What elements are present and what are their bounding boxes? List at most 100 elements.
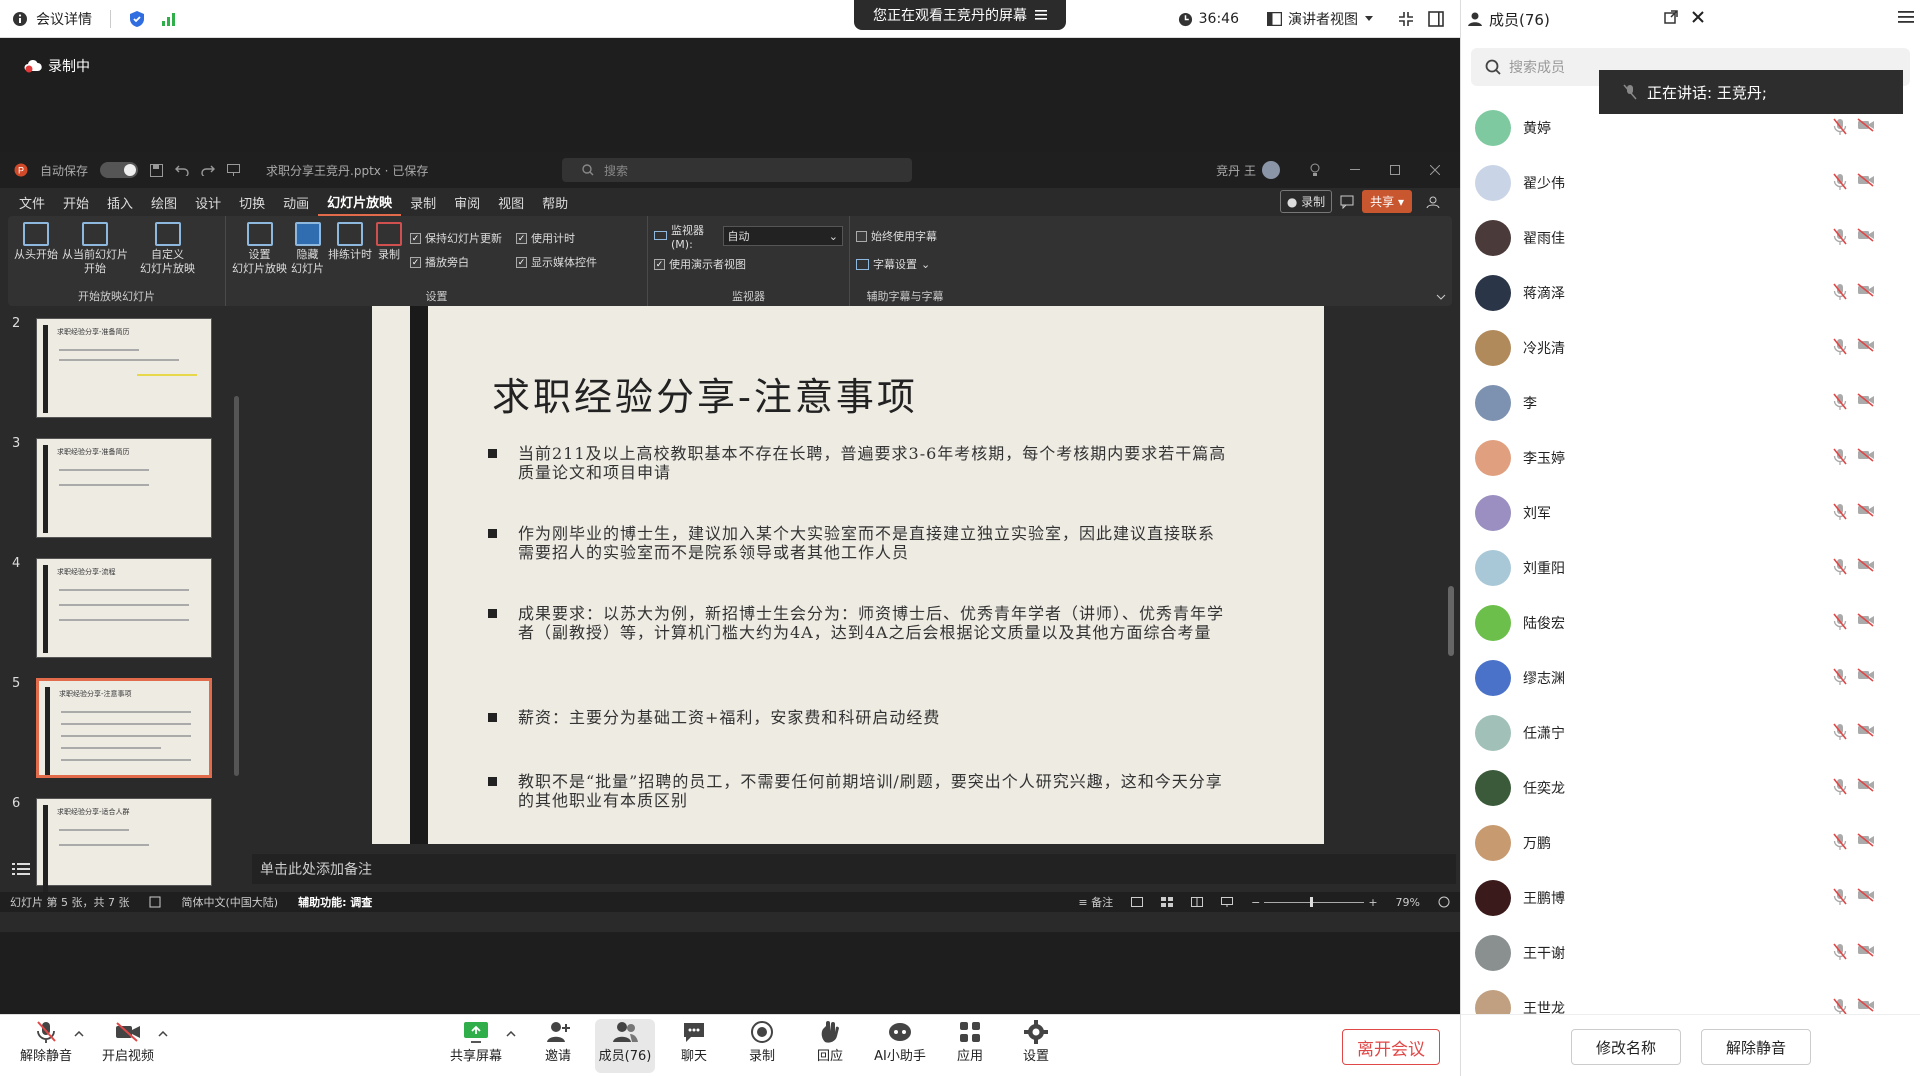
scroll-knob[interactable] — [234, 396, 239, 776]
ppt-search-box[interactable]: 搜索 — [562, 158, 912, 182]
record-button[interactable]: 录制 — [732, 1019, 792, 1064]
camera-off-icon[interactable] — [1857, 283, 1875, 297]
menu-slideshow[interactable]: 幻灯片放映 — [318, 188, 402, 216]
show-media-checkbox[interactable]: ✓ 显示媒体控件 — [516, 250, 597, 274]
coauthor-icon[interactable] — [1426, 195, 1440, 209]
member-row[interactable]: 翟雨佳 — [1461, 210, 1907, 265]
slide-thumbnail[interactable]: 求职经验分享-准备简历 — [36, 438, 212, 538]
spellcheck-icon[interactable] — [149, 896, 161, 908]
slide-thumbnail[interactable]: 求职经验分享-准备简历 — [36, 318, 212, 418]
share-screen-button[interactable]: 共享屏幕 — [446, 1019, 506, 1064]
mic-muted-icon[interactable] — [1833, 943, 1847, 961]
members-button[interactable]: 成员(76) — [595, 1019, 655, 1073]
ppt-share-button[interactable]: 共享 ▾ — [1362, 190, 1412, 213]
rehearse-button[interactable]: 排练计时 — [328, 218, 372, 290]
mic-muted-icon[interactable] — [1833, 228, 1847, 246]
sidebar-toggle-icon[interactable] — [1428, 11, 1444, 27]
member-row[interactable]: 陆俊宏 — [1461, 595, 1907, 650]
screen-share-banner[interactable]: 您正在观看王竞丹的屏幕 — [854, 0, 1066, 30]
recording-indicator[interactable]: 录制中 — [24, 56, 90, 76]
camera-off-icon[interactable] — [1857, 393, 1875, 407]
mic-muted-icon[interactable] — [1833, 448, 1847, 466]
ppt-record-button[interactable]: ● 录制 — [1279, 190, 1333, 213]
camera-off-icon[interactable] — [1857, 613, 1875, 627]
chat-button[interactable]: 聊天 — [664, 1019, 724, 1064]
ppt-filename[interactable]: 求职分享王竞丹.pptx · 已保存 — [266, 162, 428, 179]
menu-design[interactable]: 设计 — [186, 188, 230, 216]
member-row[interactable]: 万鹏 — [1461, 815, 1907, 870]
ppt-user[interactable]: 竞丹 王 — [1216, 161, 1280, 179]
camera-off-icon[interactable] — [1857, 833, 1875, 847]
slide-bullet[interactable]: 教职不是“批量”招聘的员工，不需要任何前期培训/刷题，要突出个人研究兴趣，这和今… — [488, 772, 1228, 810]
hide-slide-button[interactable]: 隐藏 幻灯片 — [291, 218, 324, 290]
camera-off-icon[interactable] — [1857, 448, 1875, 462]
record-slideshow-button[interactable]: 录制 — [376, 218, 402, 290]
mic-muted-icon[interactable] — [1833, 888, 1847, 906]
invite-button[interactable]: 邀请 — [528, 1019, 588, 1064]
autosave-toggle[interactable] — [100, 162, 139, 178]
slide-bullet[interactable]: 薪资：主要分为基础工资+福利，安家费和科研启动经费 — [488, 708, 1228, 727]
keep-updated-checkbox[interactable]: ✓ 保持幻灯片更新 — [410, 226, 502, 250]
lightbulb-icon[interactable] — [1310, 163, 1320, 177]
slide-thumbnail-selected[interactable]: 求职经验分享-注意事项 — [36, 678, 212, 778]
camera-off-icon[interactable] — [1857, 778, 1875, 792]
slide-bullet[interactable]: 当前211及以上高校教职基本不存在长聘，普遍要求3-6年考核期，每个考核期内要求… — [488, 444, 1228, 482]
close-icon[interactable] — [1430, 165, 1440, 175]
from-start-button[interactable]: 从头开始 — [14, 218, 58, 290]
member-row[interactable]: 刘重阳 — [1461, 540, 1907, 595]
scroll-knob[interactable] — [1448, 586, 1454, 656]
save-icon[interactable] — [150, 163, 164, 177]
camera-off-icon[interactable] — [1857, 228, 1875, 242]
zoom-slider[interactable]: − + — [1251, 896, 1377, 909]
accessibility-status[interactable]: 辅助功能: 调查 — [298, 894, 372, 910]
menu-view[interactable]: 视图 — [489, 188, 533, 216]
chevron-up-icon[interactable] — [506, 1031, 516, 1037]
notes-pane[interactable]: 单击此处添加备注 — [252, 854, 1456, 884]
outline-view-icon[interactable] — [12, 862, 30, 876]
mic-muted-icon[interactable] — [1833, 558, 1847, 576]
settings-button[interactable]: 设置 — [1006, 1019, 1066, 1064]
reading-view-icon[interactable] — [1191, 897, 1204, 907]
collapse-icon[interactable] — [1398, 11, 1414, 27]
mic-muted-icon[interactable] — [1833, 338, 1847, 356]
menu-draw[interactable]: 绘图 — [142, 188, 186, 216]
member-row[interactable]: 蒋滴泽 — [1461, 265, 1907, 320]
popout-icon[interactable] — [1664, 10, 1678, 24]
mic-muted-icon[interactable] — [1833, 283, 1847, 301]
member-row[interactable]: 李玉婷 — [1461, 430, 1907, 485]
camera-off-icon[interactable] — [1857, 943, 1875, 957]
mic-muted-icon[interactable] — [1833, 118, 1847, 136]
ribbon-collapse-icon[interactable] — [1436, 294, 1446, 300]
member-row[interactable]: 王鹏博 — [1461, 870, 1907, 925]
minimize-icon[interactable] — [1350, 169, 1360, 171]
zoom-level[interactable]: 79% — [1396, 896, 1420, 909]
slide-bullet[interactable]: 作为刚毕业的博士生，建议加入某个大实验室而不是直接建立独立实验室，因此建议直接联… — [488, 524, 1228, 562]
member-row[interactable]: 任奕龙 — [1461, 760, 1907, 815]
custom-show-button[interactable]: 自定义 幻灯片放映 — [140, 218, 195, 290]
slide-scrollbar[interactable] — [1446, 306, 1456, 886]
camera-off-icon[interactable] — [1857, 173, 1875, 187]
language-status[interactable]: 简体中文(中国大陆) — [181, 894, 278, 910]
slide-title[interactable]: 求职经验分享-注意事项 — [492, 366, 918, 421]
camera-off-icon[interactable] — [1857, 888, 1875, 902]
subtitle-settings-button[interactable]: 字幕设置 ⌄ — [856, 252, 954, 276]
start-video-button[interactable]: 开启视频 — [96, 1019, 160, 1064]
info-icon[interactable] — [12, 11, 28, 27]
mic-muted-icon[interactable] — [1833, 173, 1847, 191]
mic-muted-icon[interactable] — [1833, 778, 1847, 796]
thumbnail-scrollbar[interactable] — [232, 306, 240, 886]
meeting-info-link[interactable]: 会议详情 — [36, 9, 92, 29]
view-mode-dropdown[interactable]: 演讲者视图 — [1267, 9, 1374, 29]
redo-icon[interactable] — [201, 164, 216, 176]
comment-icon[interactable] — [1340, 195, 1354, 209]
member-row[interactable]: 李 — [1461, 375, 1907, 430]
leave-meeting-button[interactable]: 离开会议 — [1342, 1029, 1440, 1065]
unmute-button[interactable]: 解除静音 — [14, 1019, 78, 1064]
slide-thumbnail[interactable]: 求职经验分享-流程 — [36, 558, 212, 658]
signal-icon[interactable] — [161, 12, 177, 26]
notes-toggle[interactable]: ≡ 备注 — [1078, 894, 1113, 910]
mic-muted-icon[interactable] — [1833, 723, 1847, 741]
menu-insert[interactable]: 插入 — [98, 188, 142, 216]
chevron-up-icon[interactable] — [158, 1031, 168, 1037]
member-row[interactable]: 冷兆清 — [1461, 320, 1907, 375]
